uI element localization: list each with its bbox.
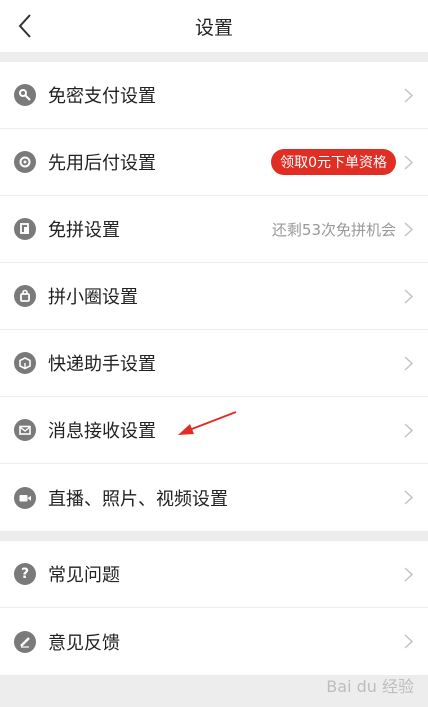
top-bar: 设置 xyxy=(0,0,428,52)
package-icon xyxy=(14,352,36,374)
remaining-count-hint: 还剩53次免拼机会 xyxy=(271,220,396,239)
copy-icon xyxy=(14,218,36,240)
chevron-right-icon xyxy=(404,566,414,582)
chevron-right-icon xyxy=(404,422,414,438)
section-divider xyxy=(0,531,428,541)
settings-item-label: 免密支付设置 xyxy=(48,86,156,107)
settings-item-faq[interactable]: ? 常见问题 xyxy=(0,541,428,608)
settings-group-help: ? 常见问题 意见反馈 xyxy=(0,541,428,675)
settings-item-password-free-payment[interactable]: 免密支付设置 xyxy=(0,62,428,129)
settings-item-label: 意见反馈 xyxy=(48,632,120,654)
settings-item-pay-later[interactable]: 先用后付设置 领取0元下单资格 xyxy=(0,129,428,196)
settings-item-label: 直播、照片、视频设置 xyxy=(48,488,228,510)
chevron-right-icon xyxy=(404,288,414,304)
gear-badge-icon xyxy=(14,151,36,173)
settings-item-feedback[interactable]: 意见反馈 xyxy=(0,608,428,675)
back-button[interactable] xyxy=(12,12,38,40)
settings-item-label: 先用后付设置 xyxy=(48,153,156,174)
watermark-logo-icon: Bai du 经验 xyxy=(326,677,414,696)
settings-item-circle[interactable]: 拼小圈设置 xyxy=(0,263,428,330)
chevron-left-icon xyxy=(18,14,31,38)
pencil-icon xyxy=(14,630,36,653)
video-icon xyxy=(14,486,36,509)
settings-item-live-photo-video[interactable]: 直播、照片、视频设置 xyxy=(0,464,428,531)
settings-item-group-free[interactable]: 免拼设置 还剩53次免拼机会 xyxy=(0,196,428,263)
chevron-right-icon xyxy=(404,154,414,170)
settings-item-label: 拼小圈设置 xyxy=(48,287,138,308)
settings-item-label: 免拼设置 xyxy=(48,220,120,241)
chevron-right-icon xyxy=(404,634,414,650)
key-icon xyxy=(14,84,36,106)
page-title: 设置 xyxy=(194,16,233,39)
chevron-right-icon xyxy=(404,221,414,237)
settings-group-main: 免密支付设置 先用后付设置 领取0元下单资格 免拼设置 还剩53次免拼机会 拼小… xyxy=(0,62,428,531)
question-icon: ? xyxy=(14,563,36,585)
chevron-right-icon xyxy=(404,355,414,371)
mail-icon xyxy=(14,419,36,441)
settings-item-label: 常见问题 xyxy=(48,565,120,586)
chevron-right-icon xyxy=(404,490,414,506)
chevron-right-icon xyxy=(404,87,414,103)
annotation-arrow-icon xyxy=(178,411,237,435)
settings-item-delivery-assistant[interactable]: 快递助手设置 xyxy=(0,330,428,397)
settings-item-label: 快递助手设置 xyxy=(48,354,156,375)
lock-bag-icon xyxy=(14,285,36,307)
promo-badge[interactable]: 领取0元下单资格 xyxy=(271,149,396,175)
section-divider xyxy=(0,52,428,62)
